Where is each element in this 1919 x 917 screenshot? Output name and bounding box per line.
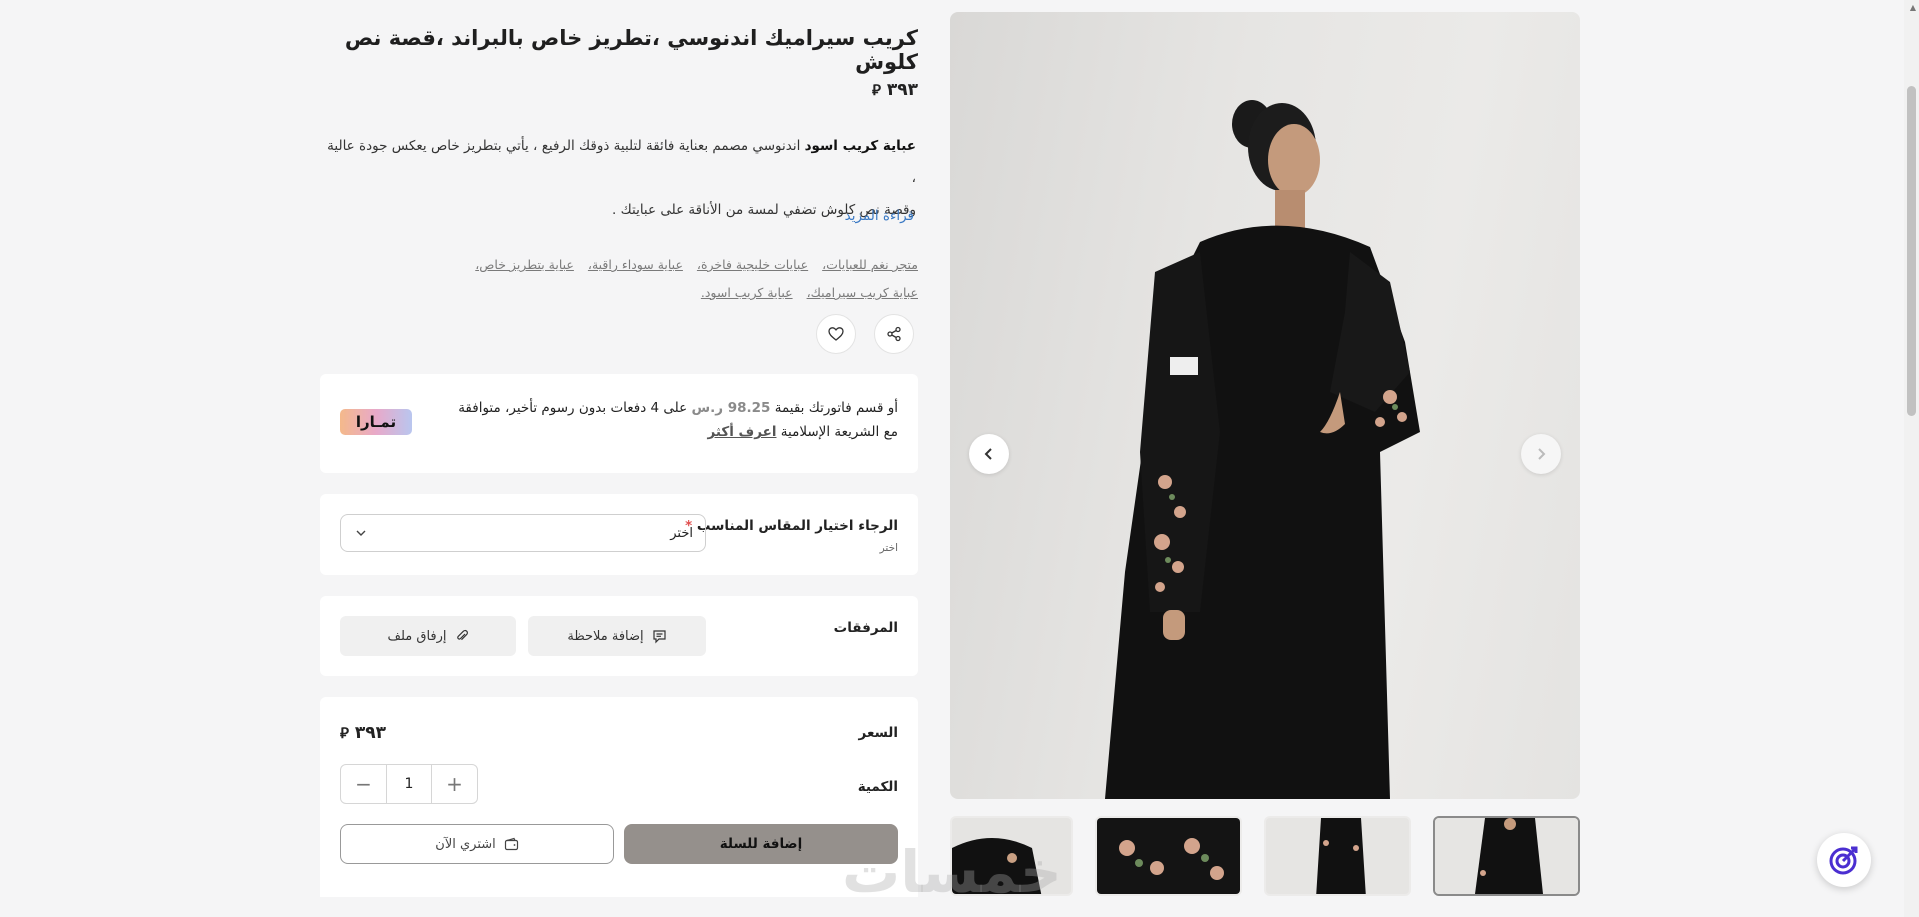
scrollbar-thumb[interactable]	[1907, 86, 1916, 416]
product-tags: متجر نغم للعبايات،عبايات خليجية فاخرة،عب…	[340, 251, 918, 307]
target-arrow-icon	[1829, 846, 1858, 875]
thumbnail-image	[1266, 818, 1409, 894]
thumbnail[interactable]	[1264, 816, 1411, 896]
purchase-price: ٣٩٣ ⃁	[340, 723, 386, 743]
minus-icon: −	[355, 772, 372, 796]
description-bold: عباية كريب اسود	[804, 138, 916, 154]
tamara-text-before: أو قسم فاتورتك بقيمة	[770, 400, 898, 416]
quantity-label: الكمية	[857, 779, 898, 795]
thumbnail-active[interactable]	[1433, 816, 1580, 896]
tamara-currency: ر.س	[691, 400, 728, 416]
scroll-up-arrow-icon[interactable]: ▲	[1910, 3, 1916, 12]
size-label-text: الرجاء اختيار المقاس المناسب	[696, 518, 898, 534]
floating-action-button[interactable]	[1817, 833, 1871, 887]
attachments-label: المرفقات	[833, 620, 898, 636]
product-main-image[interactable]	[950, 12, 1580, 799]
tamara-amount: 98.25	[727, 400, 771, 416]
size-selection-card: الرجاء اختيار المقاس المناسب * اختر اختر	[320, 494, 918, 575]
thumbnail-image	[1435, 818, 1578, 894]
tamara-installments-card: أو قسم فاتورتك بقيمة 98.25 ر.س على 4 دفع…	[320, 374, 918, 473]
watermark: خمسات	[842, 838, 1062, 906]
thumbnail-image	[1097, 818, 1240, 894]
quantity-stepper: − 1 +	[340, 764, 478, 804]
read-more-link[interactable]: قراءة المزيد	[320, 208, 914, 224]
tag-link[interactable]: عباية كريب سيراميك،	[807, 279, 918, 307]
riyal-icon: ⃁	[872, 81, 881, 99]
tag-link[interactable]: عباية كريب اسود.	[701, 279, 793, 307]
tag-link[interactable]: عباية بتطريز خاص،	[475, 251, 574, 279]
price-label: السعر	[858, 725, 898, 741]
chevron-down-icon	[356, 530, 366, 536]
tag-link[interactable]: عبايات خليجية فاخرة،	[697, 251, 808, 279]
purchase-card: السعر ٣٩٣ ⃁ الكمية − 1 + إضافة للسلة اشت…	[320, 697, 918, 897]
purchase-price-value: ٣٩٣	[354, 723, 386, 743]
size-sublabel: اختر	[879, 542, 898, 554]
tamara-text: أو قسم فاتورتك بقيمة 98.25 ر.س على 4 دفع…	[458, 396, 898, 444]
thumbnail[interactable]	[1095, 816, 1242, 896]
tamara-logo: تمـارا	[340, 409, 412, 435]
chevron-right-icon	[1538, 448, 1546, 460]
chevron-left-icon	[984, 448, 992, 460]
add-note-button[interactable]: إضافة ملاحظة	[528, 616, 706, 656]
gallery-next-button[interactable]	[1521, 434, 1561, 474]
tag-link[interactable]: عباية سوداء راقية،	[588, 251, 683, 279]
attachments-card: المرفقات إضافة ملاحظة إرفاق ملف	[320, 596, 918, 676]
attach-file-button[interactable]: إرفاق ملف	[340, 616, 516, 656]
quantity-input[interactable]: 1	[386, 765, 432, 803]
tag-link[interactable]: متجر نغم للعبايات،	[822, 251, 918, 279]
wallet-icon	[504, 837, 518, 850]
product-title: كريب سيراميك اندنوسي ،تطريز خاص بالبراند…	[344, 26, 918, 74]
share-button[interactable]	[874, 314, 914, 354]
gallery-prev-button[interactable]	[969, 434, 1009, 474]
wishlist-button[interactable]	[816, 314, 856, 354]
riyal-icon: ⃁	[340, 724, 349, 742]
product-price: ٣٩٣ ⃁	[320, 80, 918, 100]
plus-icon: +	[446, 772, 463, 796]
increase-quantity-button[interactable]: +	[432, 765, 477, 803]
heart-icon	[828, 327, 844, 341]
buy-now-button[interactable]: اشتري الآن	[340, 824, 614, 864]
abaya-model-illustration	[1105, 100, 1420, 799]
decrease-quantity-button[interactable]: −	[341, 765, 386, 803]
tamara-learn-more-link[interactable]: اعرف أكثر	[707, 424, 776, 440]
size-label: الرجاء اختيار المقاس المناسب *	[685, 518, 898, 534]
size-select[interactable]: اختر	[340, 514, 706, 552]
paperclip-icon	[456, 629, 468, 641]
note-icon	[653, 629, 666, 643]
page-scrollbar[interactable]: ▲	[1904, 0, 1919, 917]
price-value: ٣٩٣	[886, 80, 918, 100]
attach-file-label: إرفاق ملف	[387, 628, 447, 644]
share-icon	[887, 326, 901, 342]
buy-now-label: اشتري الآن	[435, 836, 496, 852]
add-note-label: إضافة ملاحظة	[567, 628, 644, 644]
size-select-value: اختر	[670, 525, 693, 541]
